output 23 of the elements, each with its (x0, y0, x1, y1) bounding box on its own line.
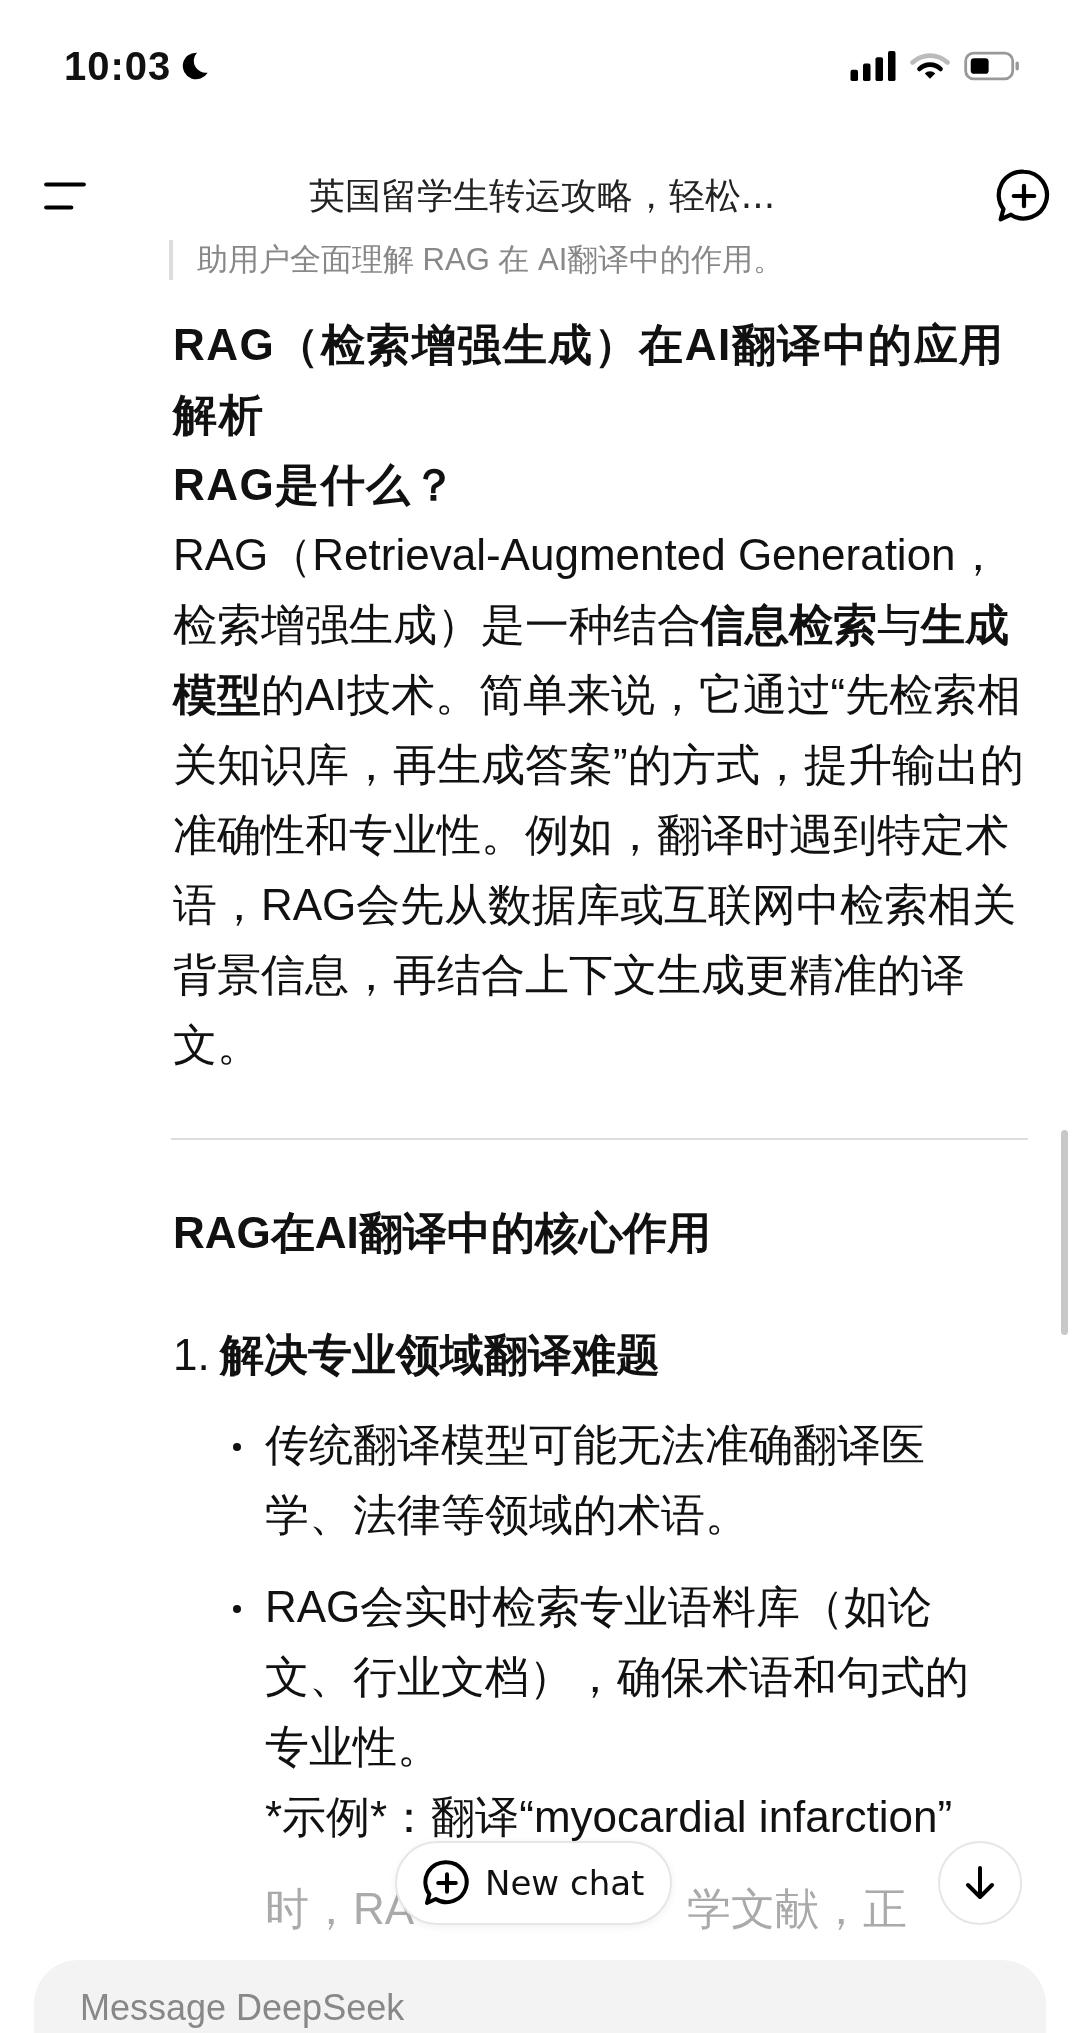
new-chat-icon (423, 1859, 471, 1907)
paragraph: RAG（Retrieval-Augmented Generation，检索增强生成）是一种结合信息检索与生成模型的AI技术。简单来说，它通过“先检索相关知识库，再生成答案”的方式，提升输出的准确性和专业性。例如，翻译时遇到特定术语，RAG会先从数据库或互联网中检索相关背景信息，再结合上下文生成更精准的译文。 (173, 529, 1025, 1071)
quote-text: 助用户全面理解 RAG 在 AI翻译中的作用。 (197, 241, 785, 279)
faded-text: 学文献，正 (687, 1883, 907, 1935)
signal-icon (850, 51, 896, 81)
heading: RAG（检索增强生成）在AI翻译中的应用解析 (173, 319, 1006, 441)
battery-icon (964, 51, 1020, 81)
new-chat-icon[interactable] (996, 168, 1052, 224)
list-number: 1. (173, 1329, 210, 1381)
menu-icon[interactable] (42, 180, 88, 212)
chat-title: 英国留学生转运攻略，轻松... (308, 173, 776, 218)
bullet-dot (233, 1605, 241, 1613)
section-heading: RAG在AI翻译中的核心作用 (173, 1207, 712, 1259)
message-input[interactable]: Message DeepSeek (34, 1960, 1046, 2033)
status-time: 10:03 (64, 43, 172, 89)
bullet-text: 传统翻译模型可能无法准确翻译医学、法律等领域的术语。 (265, 1419, 926, 1541)
heading: RAG是什么？ (173, 459, 459, 511)
list-heading: 解决专业领域翻译难题 (219, 1329, 660, 1381)
bullet-dot (233, 1443, 241, 1451)
bullet-text: RAG会实时检索专业语料库（如论文、行业文档），确保术语和句式的专业性。 (265, 1581, 970, 1773)
down-arrow-icon (965, 1864, 995, 1902)
wifi-icon (910, 52, 950, 80)
example-text: *示例*：翻译“myocardial infarction” (265, 1791, 954, 1843)
